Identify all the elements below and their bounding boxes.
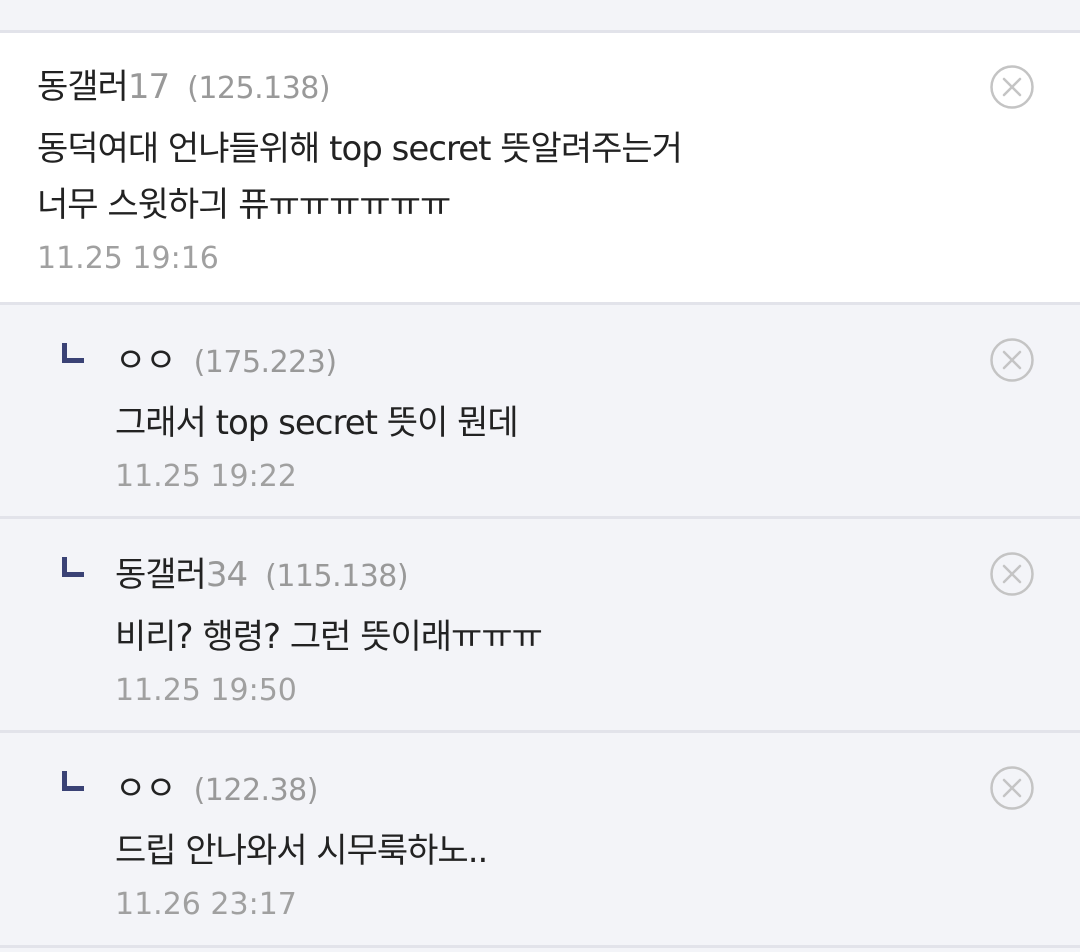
delete-comment-button[interactable] (990, 338, 1034, 382)
reply-item: ㅇㅇ (122.38) 드립 안나와서 시무룩하노.. 11.26 23:17 (0, 733, 1080, 948)
comment-time: 11.25 19:16 (37, 241, 219, 276)
comment-ip: (125.138) (187, 71, 331, 106)
reply-arrow-icon (62, 771, 84, 791)
close-circle-icon (990, 65, 1034, 109)
comment-header: ㅇㅇ (175.223) (115, 333, 1080, 385)
close-circle-icon (990, 552, 1034, 596)
comment-ip: (122.38) (193, 773, 319, 808)
reply-item: ㅇㅇ (175.223) 그래서 top secret 뜻이 뭔데 11.25 … (0, 305, 1080, 519)
delete-comment-button[interactable] (990, 65, 1034, 109)
reply-arrow-icon (62, 557, 84, 577)
comment-header: ㅇㅇ (122.38) (115, 761, 1080, 813)
comment-time: 11.25 19:22 (115, 459, 297, 494)
close-circle-icon (990, 766, 1034, 810)
close-circle-icon (990, 338, 1034, 382)
comment-ip: (115.138) (265, 559, 409, 594)
comment-nickname[interactable]: 동갤러 (37, 59, 129, 108)
comment-nickname[interactable]: 동갤러 (115, 547, 207, 596)
comment-time: 11.26 23:17 (115, 887, 297, 922)
top-strip (0, 0, 1080, 33)
comment-item: 동갤러 17 (125.138) 동덕여대 언냐들위해 top secret 뜻… (0, 33, 1080, 305)
delete-comment-button[interactable] (990, 552, 1034, 596)
comment-text: 그래서 top secret 뜻이 뭔데 (115, 403, 519, 443)
comment-time: 11.25 19:50 (115, 673, 297, 708)
comment-text: 드립 안나와서 시무룩하노.. (115, 831, 488, 871)
comment-header: 동갤러 17 (125.138) (37, 59, 1080, 111)
comment-text: 비리? 행령? 그런 뜻이래ㅠㅠㅠ (115, 617, 543, 657)
comment-text: 동덕여대 언냐들위해 top secret 뜻알려주는거 너무 스윗하긔 퓨ㅠㅠ… (37, 129, 683, 225)
delete-comment-button[interactable] (990, 766, 1034, 810)
comment-nickname[interactable]: ㅇㅇ (115, 761, 177, 810)
comment-header: 동갤러 34 (115.138) (115, 547, 1080, 599)
comment-nickname-number: 17 (127, 67, 170, 107)
reply-item: 동갤러 34 (115.138) 비리? 행령? 그런 뜻이래ㅠㅠㅠ 11.25… (0, 519, 1080, 733)
comment-nickname-number: 34 (205, 555, 248, 595)
comment-ip: (175.223) (193, 345, 337, 380)
reply-arrow-icon (62, 343, 84, 363)
comment-nickname[interactable]: ㅇㅇ (115, 333, 177, 382)
